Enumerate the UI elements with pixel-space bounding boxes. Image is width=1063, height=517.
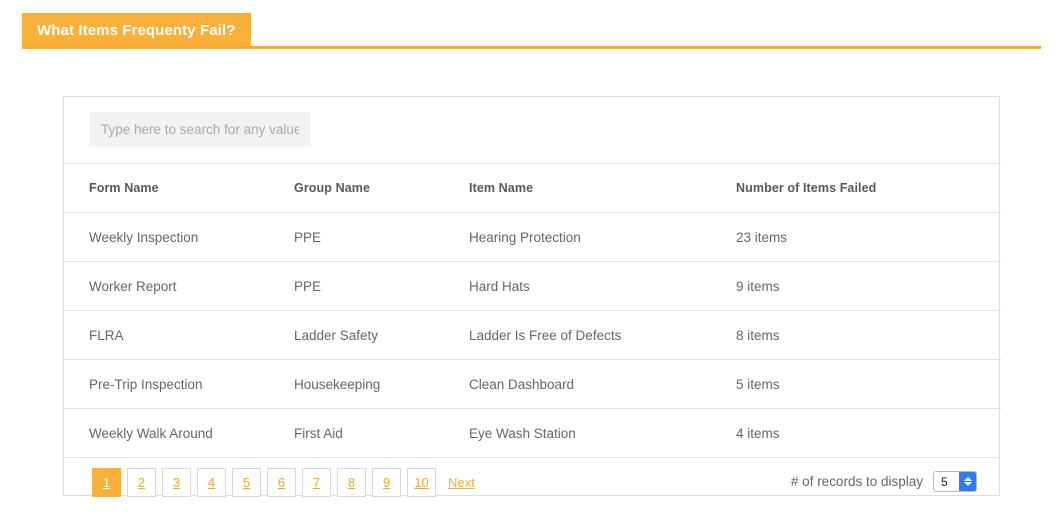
cell-group-name: PPE (294, 261, 469, 311)
column-header-form-name: Form Name (64, 163, 294, 213)
records-per-page-value: 5 (941, 474, 948, 489)
table-row: Weekly Inspection PPE Hearing Protection… (64, 212, 1001, 262)
cell-form-name: Weekly Inspection (64, 212, 294, 262)
chevron-up-icon (963, 477, 972, 481)
pagination-next-link[interactable]: Next (444, 472, 479, 493)
cell-number-failed: 4 items (736, 408, 1001, 457)
pagination-page-7[interactable]: 7 (302, 468, 331, 497)
cell-item-name: Clean Dashboard (469, 359, 736, 409)
cell-form-name: Worker Report (64, 261, 294, 311)
records-per-page-select[interactable]: 5 (933, 471, 977, 492)
search-row (64, 97, 999, 163)
cell-form-name: Weekly Walk Around (64, 408, 294, 457)
table-header: Form Name Group Name Item Name Number of… (64, 163, 1001, 213)
cell-item-name: Hearing Protection (469, 212, 736, 262)
cell-group-name: Ladder Safety (294, 310, 469, 360)
cell-number-failed: 5 items (736, 359, 1001, 409)
table-body: Weekly Inspection PPE Hearing Protection… (64, 212, 1001, 457)
cell-item-name: Hard Hats (469, 261, 736, 311)
cell-form-name: Pre-Trip Inspection (64, 359, 294, 409)
page-title-tab: What Items Frequenty Fail? (22, 13, 252, 48)
pagination-page-1[interactable]: 1 (92, 468, 121, 497)
table-footer: 1 2 3 4 5 6 7 8 9 10 Next # of records t… (64, 457, 999, 512)
search-input[interactable] (89, 112, 311, 147)
table-row: Weekly Walk Around First Aid Eye Wash St… (64, 408, 1001, 457)
cell-item-name: Ladder Is Free of Defects (469, 310, 736, 360)
cell-group-name: PPE (294, 212, 469, 262)
pagination-page-5[interactable]: 5 (232, 468, 261, 497)
cell-form-name: FLRA (64, 310, 294, 360)
pagination-page-3[interactable]: 3 (162, 468, 191, 497)
cell-number-failed: 8 items (736, 310, 1001, 360)
column-header-item-name: Item Name (469, 163, 736, 213)
pagination-page-8[interactable]: 8 (337, 468, 366, 497)
table-row: Pre-Trip Inspection Housekeeping Clean D… (64, 359, 1001, 409)
pagination-page-4[interactable]: 4 (197, 468, 226, 497)
chevron-down-icon (963, 482, 972, 486)
header-divider-rule (22, 46, 1041, 49)
pagination-page-9[interactable]: 9 (372, 468, 401, 497)
column-header-group-name: Group Name (294, 163, 469, 213)
pagination-page-2[interactable]: 2 (127, 468, 156, 497)
column-header-number-failed: Number of Items Failed (736, 163, 1001, 213)
stepper-arrows-icon[interactable] (959, 472, 976, 491)
page-header: What Items Frequenty Fail? (0, 0, 1063, 52)
cell-group-name: First Aid (294, 408, 469, 457)
failed-items-table: Form Name Group Name Item Name Number of… (64, 163, 1001, 457)
table-header-row: Form Name Group Name Item Name Number of… (64, 163, 1001, 213)
cell-group-name: Housekeeping (294, 359, 469, 409)
pagination-page-10[interactable]: 10 (407, 468, 436, 497)
report-card: Form Name Group Name Item Name Number of… (63, 96, 1001, 497)
table-row: FLRA Ladder Safety Ladder Is Free of Def… (64, 310, 1001, 360)
pagination: 1 2 3 4 5 6 7 8 9 10 Next (92, 468, 479, 497)
cell-number-failed: 9 items (736, 261, 1001, 311)
table-row: Worker Report PPE Hard Hats 9 items (64, 261, 1001, 311)
cell-item-name: Eye Wash Station (469, 408, 736, 457)
cell-number-failed: 23 items (736, 212, 1001, 262)
records-selector: # of records to display 5 (791, 471, 977, 492)
pagination-page-6[interactable]: 6 (267, 468, 296, 497)
records-selector-label: # of records to display (790, 474, 923, 489)
